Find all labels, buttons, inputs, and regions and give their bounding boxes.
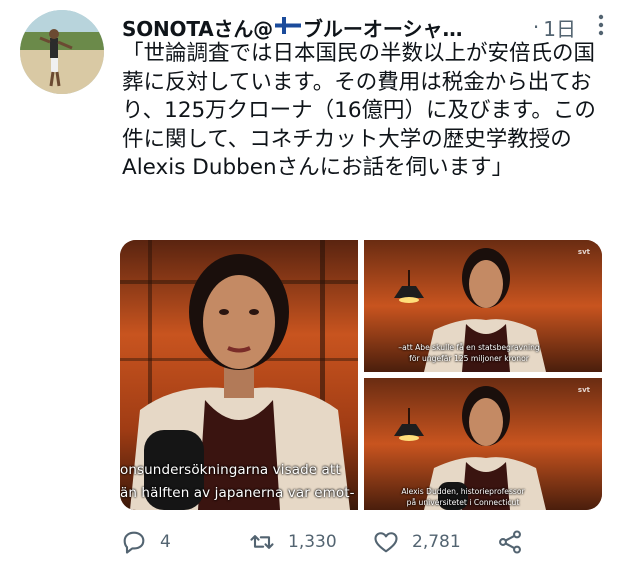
subtitle-line-1: Alexis Dudden, historieprofessor [401, 487, 525, 496]
finland-flag-icon [274, 16, 301, 38]
retweet-icon [248, 528, 276, 556]
share-icon [496, 528, 524, 556]
heart-icon [372, 528, 400, 556]
tweet-header: SONOTAさん@ ブルーオーシャ… · 1日 [122, 10, 604, 44]
reply-button[interactable]: 4 [120, 528, 171, 556]
avatar[interactable] [20, 10, 104, 94]
tweet-text: 「世論調査では日本国民の半数以上が安倍氏の国葬に反対しています。その費用は税金か… [122, 41, 596, 181]
media-frame-3[interactable]: svt Alexis Dudden, historieprofessor på … [364, 378, 602, 510]
subtitle-line-2: på universitetet i Connecticut [406, 498, 520, 507]
ellipsis-vertical-icon[interactable] [598, 14, 604, 41]
reply-count: 4 [160, 532, 171, 552]
svt-logo: svt [577, 386, 590, 394]
display-name-suffix[interactable]: ブルーオーシャ… [303, 13, 463, 42]
subtitle-line-2: än hälften av japanerna var emot- [120, 485, 355, 501]
media-frame-2[interactable]: svt –att Abe skulle få en statsbegravnin… [364, 240, 602, 372]
retweet-button[interactable]: 1,330 [248, 528, 337, 556]
separator-dot: · [532, 15, 540, 39]
reply-icon [120, 528, 148, 556]
media-frame-1[interactable]: onsundersökningarna visade att än hälfte… [120, 240, 358, 510]
subtitle-line-2: för ungefär 125 miljoner kronor [409, 354, 529, 363]
avatar-beach-photo [20, 10, 104, 94]
subtitle-line-1: –att Abe skulle få en statsbegravning [398, 343, 540, 352]
action-bar: 4 1,330 2,781 [120, 528, 610, 558]
retweet-count: 1,330 [288, 532, 337, 552]
svt-logo: svt [577, 248, 590, 256]
subtitle-line-1: onsundersökningarna visade att [120, 462, 341, 478]
share-button[interactable] [496, 528, 524, 556]
media-grid: onsundersökningarna visade att än hälfte… [120, 240, 602, 510]
display-name[interactable]: SONOTAさん@ [122, 13, 273, 42]
like-count: 2,781 [412, 532, 461, 552]
like-button[interactable]: 2,781 [372, 528, 461, 556]
timestamp[interactable]: 1日 [543, 13, 576, 42]
